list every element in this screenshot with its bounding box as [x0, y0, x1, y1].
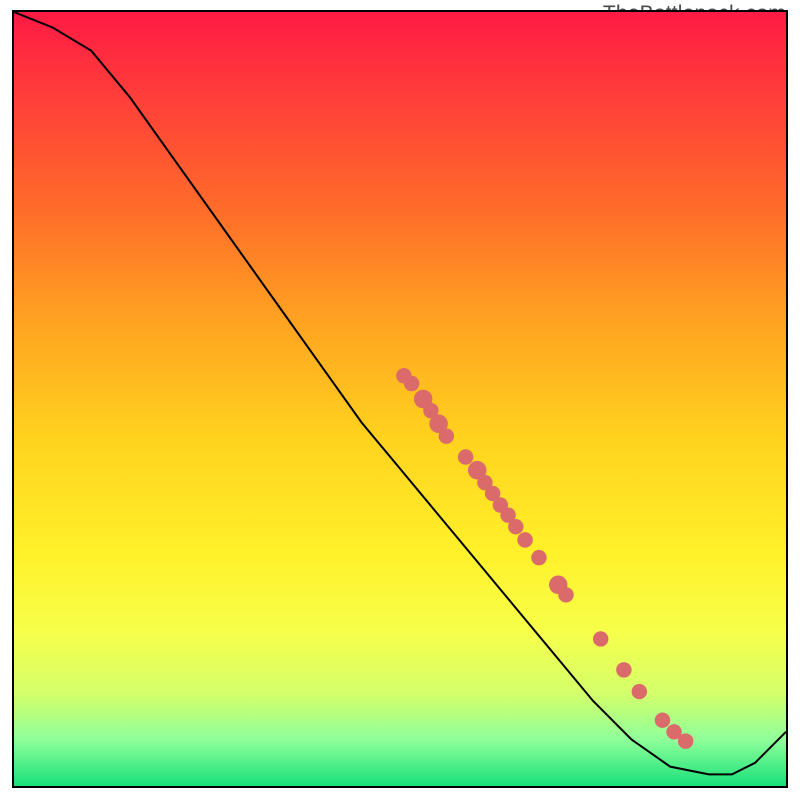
- data-point-marker: [508, 519, 523, 534]
- chart-svg: [14, 12, 786, 786]
- data-point-marker: [655, 712, 670, 727]
- data-point-marker: [616, 662, 631, 677]
- data-point-marker: [439, 428, 454, 443]
- data-point-marker: [593, 631, 608, 646]
- bottleneck-curve: [14, 12, 786, 774]
- data-point-marker: [558, 587, 573, 602]
- data-point-marker: [632, 684, 647, 699]
- plot-area: [12, 10, 788, 788]
- data-point-marker: [678, 733, 693, 748]
- data-point-marker: [458, 449, 473, 464]
- data-markers: [396, 368, 693, 749]
- data-point-marker: [517, 532, 532, 547]
- chart-container: TheBottleneck.com: [0, 0, 800, 800]
- data-point-marker: [531, 550, 546, 565]
- data-point-marker: [404, 376, 419, 391]
